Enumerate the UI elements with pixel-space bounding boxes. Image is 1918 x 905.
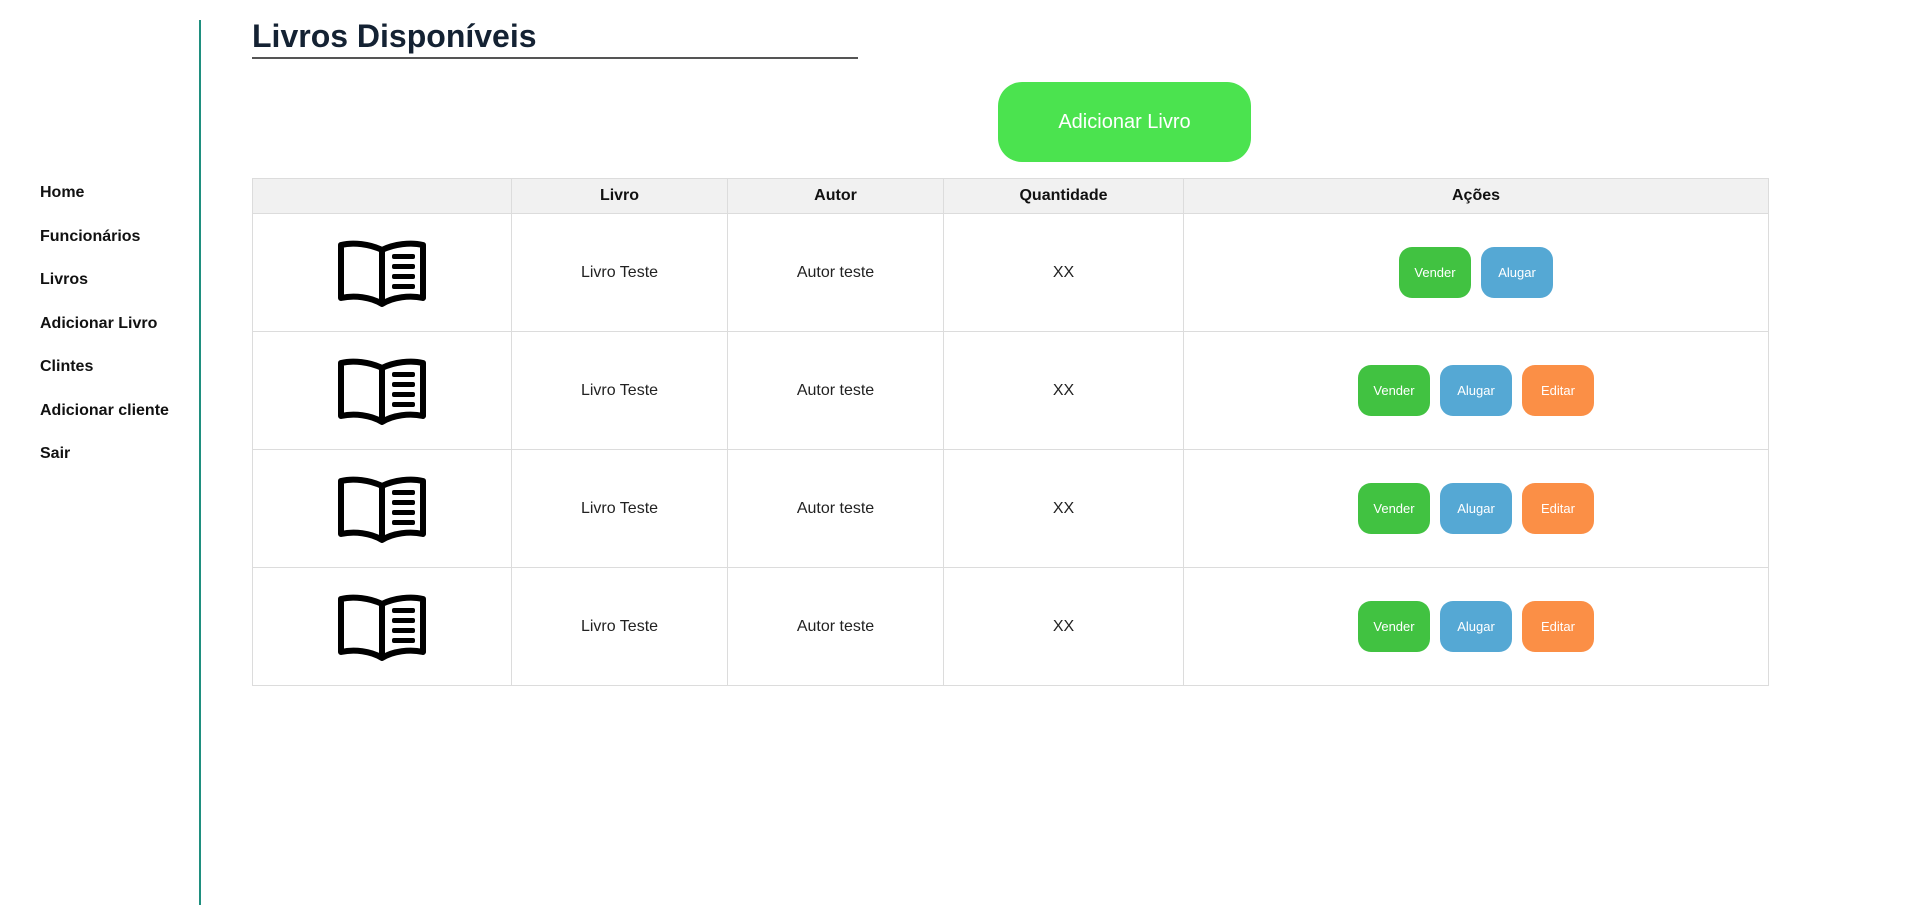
header-acoes: Ações bbox=[1183, 178, 1769, 214]
title-underline bbox=[252, 57, 858, 59]
actions-group: Vender Alugar Editar bbox=[1184, 601, 1768, 652]
header-quantidade: Quantidade bbox=[943, 178, 1184, 214]
book-cover-cell bbox=[252, 449, 512, 568]
add-book-button[interactable]: Adicionar Livro bbox=[998, 82, 1251, 162]
book-title-cell: Livro Teste bbox=[511, 213, 728, 332]
actions-group: Vender Alugar Editar bbox=[1184, 483, 1768, 534]
editar-button[interactable]: Editar bbox=[1522, 601, 1594, 652]
actions-cell: Vender Alugar Editar bbox=[1183, 331, 1769, 450]
alugar-button[interactable]: Alugar bbox=[1440, 483, 1512, 534]
book-quantity-cell: XX bbox=[943, 331, 1184, 450]
actions-cell: Vender Alugar Editar bbox=[1183, 449, 1769, 568]
actions-cell: Vender Alugar bbox=[1183, 213, 1769, 332]
header-livro: Livro bbox=[511, 178, 728, 214]
table-row: Livro Teste Autor teste XX Vender Alugar Edit… bbox=[252, 449, 1769, 568]
book-author-cell: Autor teste bbox=[727, 449, 944, 568]
table-row: Livro Teste Autor teste XX Vender Alugar Edit… bbox=[252, 567, 1769, 686]
alugar-button[interactable]: Alugar bbox=[1481, 247, 1553, 298]
sidebar-item-adicionar-cliente[interactable]: Adicionar cliente bbox=[40, 389, 169, 433]
table-header-row: Livro Autor Quantidade Ações bbox=[252, 178, 1769, 214]
header-autor: Autor bbox=[727, 178, 944, 214]
sidebar: Home Funcionários Livros Adicionar Livro… bbox=[0, 20, 201, 905]
book-title-cell: Livro Teste bbox=[511, 331, 728, 450]
editar-button[interactable]: Editar bbox=[1522, 483, 1594, 534]
book-quantity-cell: XX bbox=[943, 567, 1184, 686]
sidebar-item-livros[interactable]: Livros bbox=[40, 258, 169, 302]
header-icon bbox=[252, 178, 512, 214]
sidebar-item-adicionar-livro[interactable]: Adicionar Livro bbox=[40, 302, 169, 346]
open-book-icon bbox=[338, 476, 426, 543]
book-quantity-cell: XX bbox=[943, 449, 1184, 568]
sidebar-item-funcionarios[interactable]: Funcionários bbox=[40, 215, 169, 259]
actions-group: Vender Alugar bbox=[1184, 247, 1768, 298]
sidebar-nav: Home Funcionários Livros Adicionar Livro… bbox=[40, 171, 169, 476]
sidebar-item-sair[interactable]: Sair bbox=[40, 432, 169, 476]
vender-button[interactable]: Vender bbox=[1358, 601, 1430, 652]
actions-group: Vender Alugar Editar bbox=[1184, 365, 1768, 416]
table-row: Livro Teste Autor teste XX Vender Alugar bbox=[252, 213, 1769, 332]
book-author-cell: Autor teste bbox=[727, 213, 944, 332]
book-author-cell: Autor teste bbox=[727, 331, 944, 450]
sidebar-item-clintes[interactable]: Clintes bbox=[40, 345, 169, 389]
alugar-button[interactable]: Alugar bbox=[1440, 601, 1512, 652]
vender-button[interactable]: Vender bbox=[1358, 483, 1430, 534]
open-book-icon bbox=[338, 240, 426, 307]
vender-button[interactable]: Vender bbox=[1399, 247, 1471, 298]
book-title-cell: Livro Teste bbox=[511, 567, 728, 686]
alugar-button[interactable]: Alugar bbox=[1440, 365, 1512, 416]
book-title-cell: Livro Teste bbox=[511, 449, 728, 568]
book-author-cell: Autor teste bbox=[727, 567, 944, 686]
vender-button[interactable]: Vender bbox=[1358, 365, 1430, 416]
book-cover-cell bbox=[252, 567, 512, 686]
books-table: Livro Autor Quantidade Ações Livro Teste… bbox=[252, 178, 1769, 686]
book-cover-cell bbox=[252, 331, 512, 450]
book-cover-cell bbox=[252, 213, 512, 332]
table-row: Livro Teste Autor teste XX Vender Alugar Edit… bbox=[252, 331, 1769, 450]
page-title: Livros Disponíveis bbox=[252, 18, 537, 54]
sidebar-item-home[interactable]: Home bbox=[40, 171, 169, 215]
open-book-icon bbox=[338, 594, 426, 661]
actions-cell: Vender Alugar Editar bbox=[1183, 567, 1769, 686]
open-book-icon bbox=[338, 358, 426, 425]
book-quantity-cell: XX bbox=[943, 213, 1184, 332]
editar-button[interactable]: Editar bbox=[1522, 365, 1594, 416]
